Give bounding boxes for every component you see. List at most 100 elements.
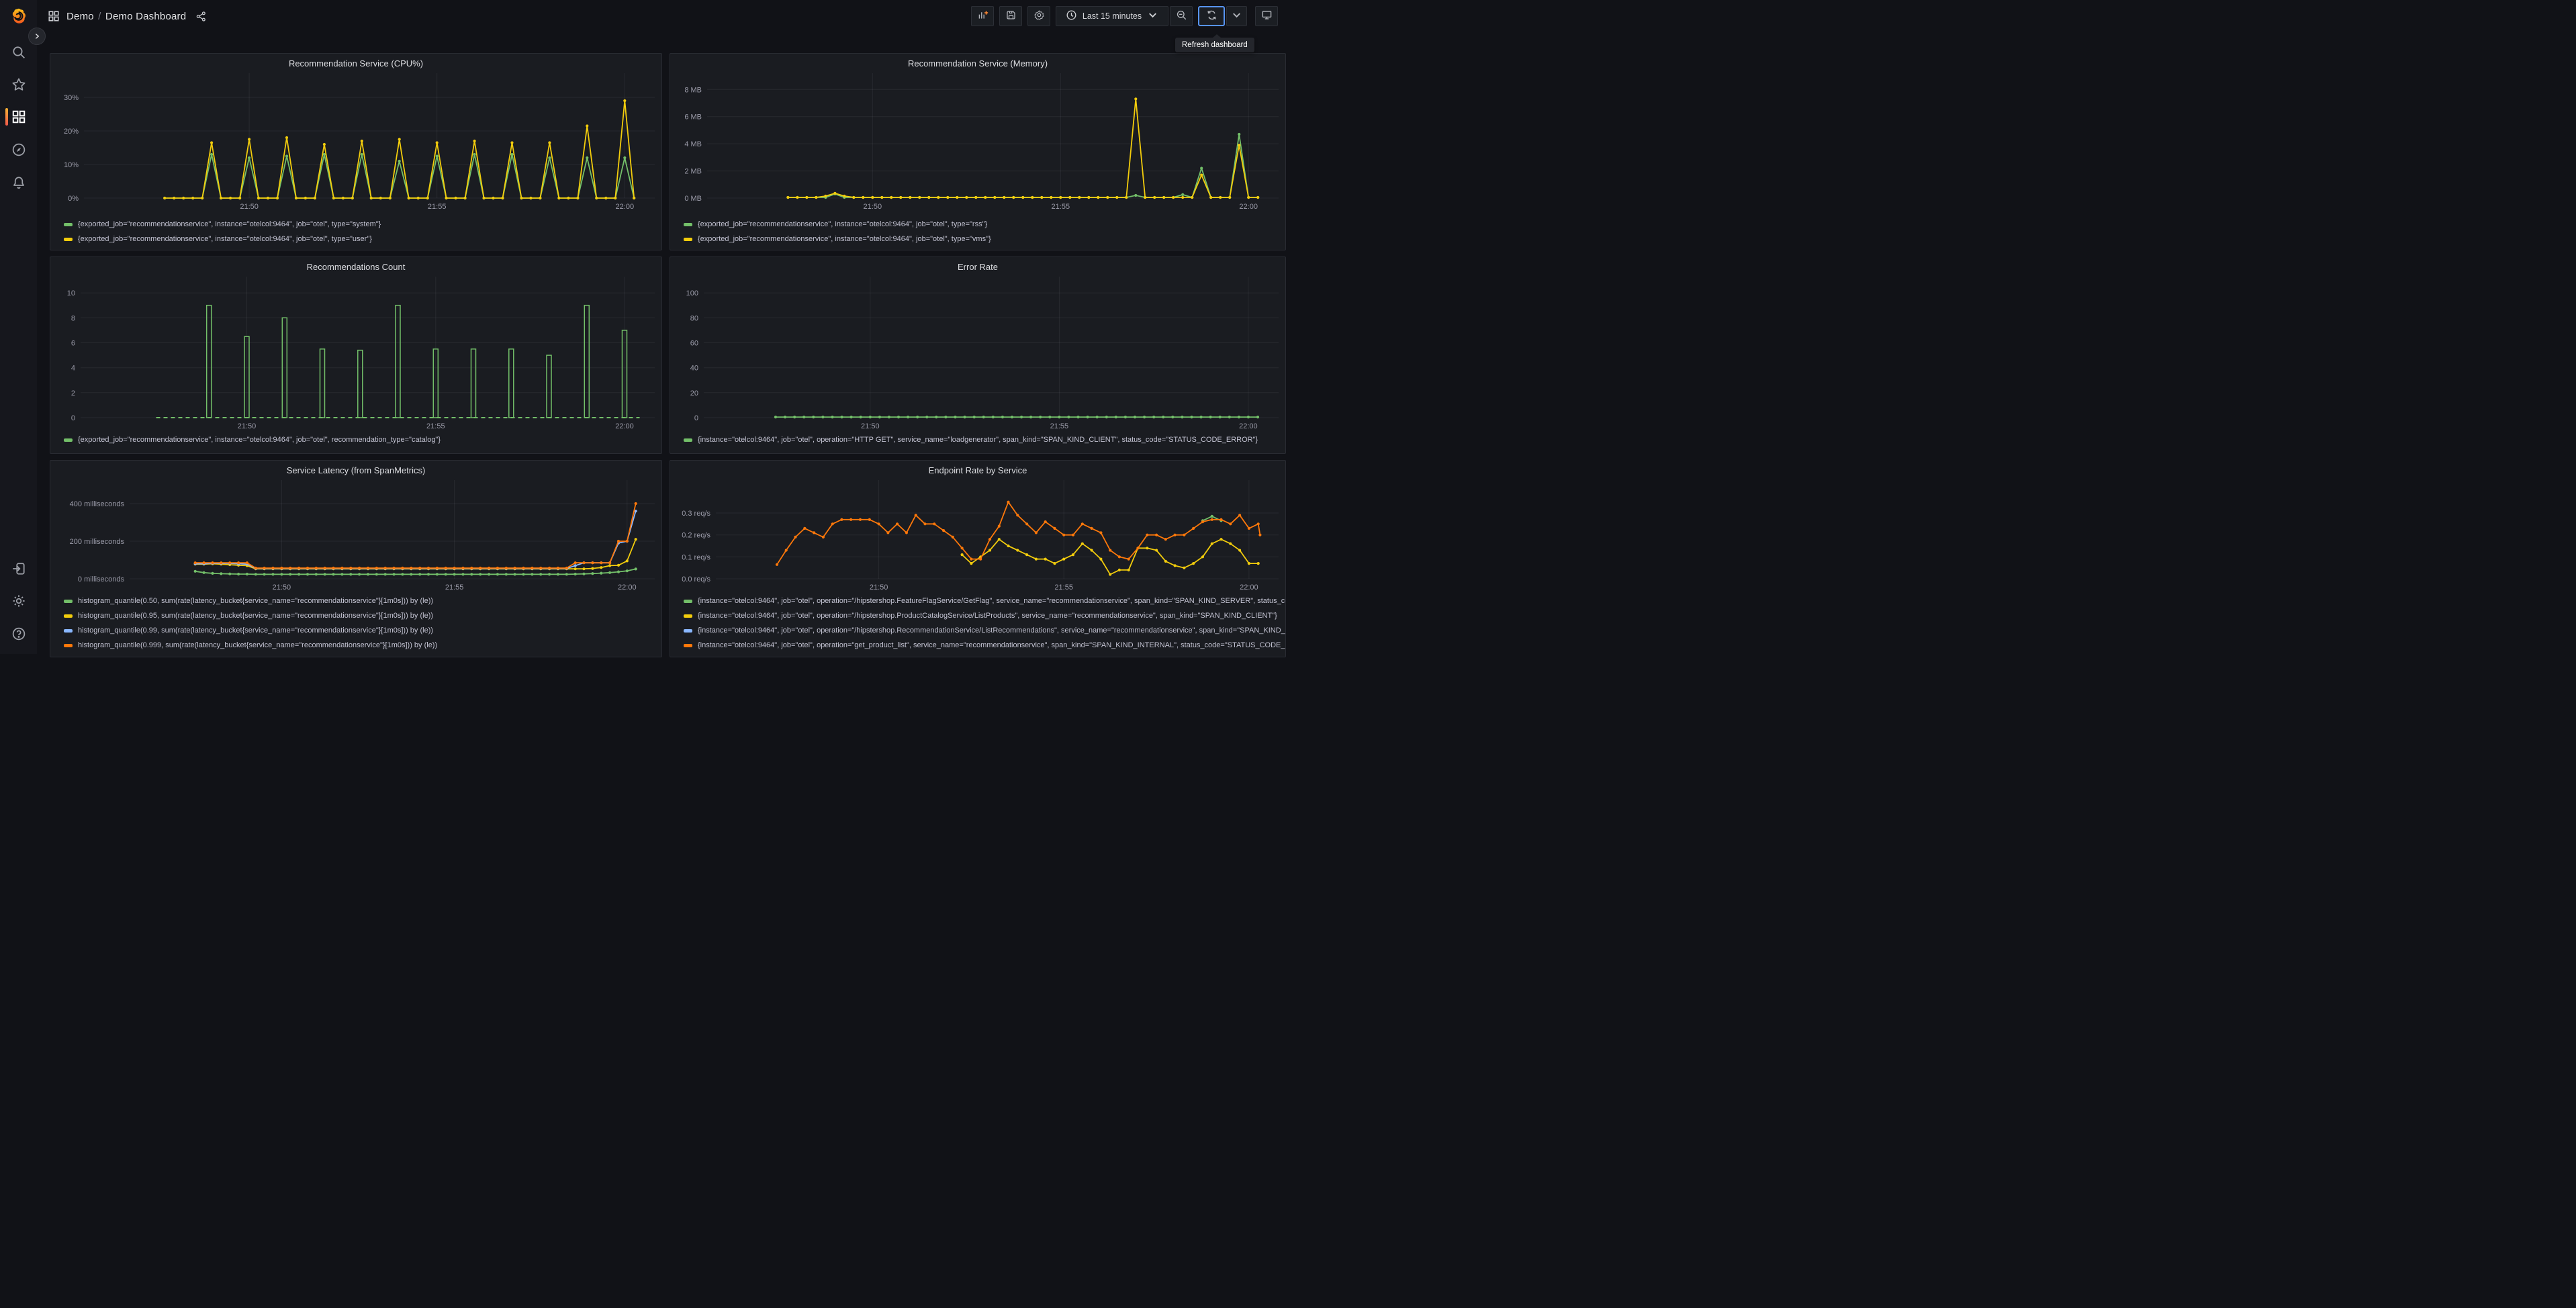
breadcrumb-section[interactable]: Demo: [66, 11, 94, 22]
legend-label: {instance="otelcol:9464", job="otel", op…: [698, 612, 1277, 620]
toolbar: Last 15 minutes: [966, 6, 1278, 26]
legend-swatch: [684, 237, 692, 241]
svg-text:2: 2: [71, 389, 75, 398]
svg-text:4: 4: [71, 365, 75, 373]
chart-canvas[interactable]: 21:50 21:55 22:00 0 20 40 60 80 100: [670, 271, 1285, 428]
kiosk-mode-button[interactable]: [1255, 6, 1278, 26]
legend-swatch: [64, 599, 73, 603]
legend-label: {instance="otelcol:9464", job="otel", op…: [698, 436, 1258, 444]
zoom-out-button[interactable]: [1170, 6, 1193, 26]
explore-icon[interactable]: [11, 142, 26, 157]
legend-item[interactable]: {exported_job="recommendationservice", i…: [670, 232, 1285, 246]
sidebar-expand-button[interactable]: [28, 28, 46, 45]
legend-item[interactable]: histogram_quantile(0.95, sum(rate(latenc…: [50, 608, 661, 623]
legend-swatch: [684, 222, 692, 226]
dashboards-icon[interactable]: [11, 109, 26, 124]
refresh-tooltip: Refresh dashboard: [1175, 34, 1254, 52]
svg-text:22:00: 22:00: [618, 583, 637, 592]
svg-text:21:55: 21:55: [445, 583, 464, 592]
legend-item[interactable]: {instance="otelcol:9464", job="otel", op…: [670, 638, 1285, 653]
svg-text:21:50: 21:50: [240, 203, 259, 211]
svg-text:200 milliseconds: 200 milliseconds: [70, 538, 125, 546]
legend-swatch: [684, 614, 692, 618]
legend-item[interactable]: {exported_job="recommendationservice", i…: [50, 232, 661, 246]
panel-title[interactable]: Service Latency (from SpanMetrics): [50, 461, 661, 475]
header: Demo / Demo Dashboard Last 15 minutes: [37, 0, 1288, 32]
panel-legend: histogram_quantile(0.50, sum(rate(latenc…: [50, 594, 661, 653]
legend-swatch: [684, 599, 692, 603]
legend-swatch: [64, 614, 73, 618]
refresh-icon: [1206, 9, 1217, 23]
svg-text:0.2 req/s: 0.2 req/s: [682, 532, 710, 540]
svg-text:21:50: 21:50: [864, 203, 882, 211]
refresh-interval-dropdown[interactable]: [1226, 6, 1247, 26]
svg-text:21:55: 21:55: [428, 203, 447, 211]
monitor-icon: [1261, 9, 1273, 23]
legend-label: histogram_quantile(0.999, sum(rate(laten…: [78, 641, 438, 649]
panel-legend: {exported_job="recommendationservice", i…: [670, 217, 1285, 246]
chart-canvas[interactable]: 21:50 21:55 22:00 0 2 4 6 8 10: [50, 271, 661, 428]
legend-label: {exported_job="recommendationservice", i…: [78, 235, 372, 243]
sign-in-icon[interactable]: [11, 561, 26, 576]
svg-text:21:50: 21:50: [273, 583, 291, 592]
svg-text:30%: 30%: [64, 94, 79, 102]
svg-text:21:55: 21:55: [1050, 422, 1069, 428]
legend-item[interactable]: {exported_job="recommendationservice", i…: [50, 432, 661, 447]
grafana-logo[interactable]: [9, 7, 28, 26]
svg-text:2 MB: 2 MB: [684, 168, 702, 176]
panel-title[interactable]: Error Rate: [670, 257, 1285, 272]
svg-text:0.0 req/s: 0.0 req/s: [682, 575, 710, 583]
svg-text:80: 80: [690, 314, 698, 322]
legend-label: histogram_quantile(0.50, sum(rate(latenc…: [78, 597, 434, 605]
legend-item[interactable]: {instance="otelcol:9464", job="otel", op…: [670, 623, 1285, 638]
legend-swatch: [64, 438, 73, 442]
add-panel-button[interactable]: [971, 6, 994, 26]
panel-title[interactable]: Recommendations Count: [50, 257, 661, 272]
help-icon[interactable]: [11, 626, 26, 641]
legend-swatch: [64, 643, 73, 647]
legend-item[interactable]: {exported_job="recommendationservice", i…: [50, 217, 661, 232]
alerting-bell-icon[interactable]: [11, 175, 26, 190]
legend-label: {exported_job="recommendationservice", i…: [78, 436, 441, 444]
breadcrumb-page: Demo Dashboard: [105, 10, 187, 22]
panel-legend: {instance="otelcol:9464", job="otel", op…: [670, 432, 1285, 447]
legend-item[interactable]: histogram_quantile(0.50, sum(rate(latenc…: [50, 594, 661, 608]
chart-canvas[interactable]: 21:50 21:55 22:00 0% 10% 20% 30%: [50, 68, 661, 214]
legend-item[interactable]: {instance="otelcol:9464", job="otel", op…: [670, 608, 1285, 623]
legend-item[interactable]: histogram_quantile(0.99, sum(rate(latenc…: [50, 623, 661, 638]
legend-item[interactable]: {exported_job="recommendationservice", i…: [670, 217, 1285, 232]
svg-text:0%: 0%: [68, 195, 79, 203]
refresh-dashboard-button[interactable]: [1198, 6, 1225, 26]
chart-canvas[interactable]: 21:50 21:55 22:00 0.0 req/s 0.1 req/s 0.2 req…: [670, 475, 1285, 592]
share-icon[interactable]: [195, 11, 207, 22]
chart-canvas[interactable]: 21:50 21:55 22:00 0 milliseconds 200 millise…: [50, 475, 661, 592]
legend-label: {exported_job="recommendationservice", i…: [698, 220, 988, 228]
svg-text:4 MB: 4 MB: [684, 140, 702, 148]
legend-item[interactable]: {instance="otelcol:9464", job="otel", op…: [670, 594, 1285, 608]
svg-text:40: 40: [690, 365, 698, 373]
legend-label: {instance="otelcol:9464", job="otel", op…: [698, 641, 1285, 649]
legend-swatch: [684, 438, 692, 442]
gear-icon: [1033, 9, 1045, 23]
legend-swatch: [64, 237, 73, 241]
add-panel-icon: [977, 9, 988, 23]
panel-recommendations-count: Recommendations Count 21:50 21:55 22:00 0 2 4…: [50, 256, 662, 454]
legend-label: {instance="otelcol:9464", job="otel", op…: [698, 626, 1285, 635]
panel-title[interactable]: Recommendation Service (Memory): [670, 54, 1285, 68]
save-dashboard-button[interactable]: [999, 6, 1022, 26]
configuration-gear-icon[interactable]: [11, 594, 26, 608]
svg-text:22:00: 22:00: [616, 203, 635, 211]
legend-swatch: [684, 628, 692, 633]
time-range-picker[interactable]: Last 15 minutes: [1056, 6, 1168, 26]
legend-item[interactable]: histogram_quantile(0.999, sum(rate(laten…: [50, 638, 661, 653]
panel-title[interactable]: Endpoint Rate by Service: [670, 461, 1285, 475]
panel-title[interactable]: Recommendation Service (CPU%): [50, 54, 661, 68]
starred-icon[interactable]: [11, 77, 26, 92]
panel-memory: Recommendation Service (Memory) 21:50 21:…: [670, 53, 1286, 250]
time-range-label: Last 15 minutes: [1082, 11, 1142, 21]
legend-item[interactable]: {instance="otelcol:9464", job="otel", op…: [670, 432, 1285, 447]
zoom-out-icon: [1176, 9, 1187, 23]
dashboard-settings-button[interactable]: [1027, 6, 1050, 26]
chart-canvas[interactable]: 21:50 21:55 22:00 0 MB 2 MB 4 MB 6 MB 8 MB: [670, 68, 1285, 214]
search-icon[interactable]: [11, 45, 26, 60]
